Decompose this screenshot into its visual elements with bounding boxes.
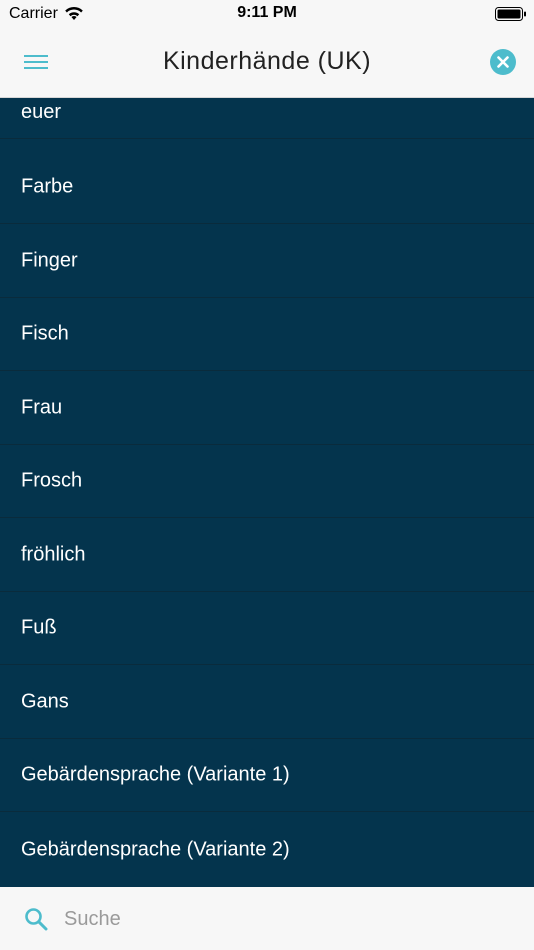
list-item[interactable]: Farbe xyxy=(0,151,534,224)
list-item[interactable]: fröhlich xyxy=(0,519,534,592)
list-item[interactable]: Frau xyxy=(0,372,534,445)
list-item[interactable]: Frosch xyxy=(0,445,534,518)
list-item-label: Finger xyxy=(21,249,78,272)
close-icon[interactable] xyxy=(490,49,516,75)
list-item[interactable]: Gebärdensprache (Variante 1) xyxy=(0,739,534,812)
list-item-label: Fisch xyxy=(21,322,69,345)
list-item[interactable]: Finger xyxy=(0,225,534,298)
list-item[interactable]: euer xyxy=(0,98,534,139)
list-item-label: Gebärdensprache (Variante 2) xyxy=(21,838,290,860)
list-item-label: Frau xyxy=(21,396,63,419)
status-time: 9:11 PM xyxy=(237,4,297,21)
list-item[interactable]: Gebärdensprache (Variante 2) xyxy=(0,813,534,886)
word-list[interactable]: euer Farbe Finger Fisch Frau Frosch fröh… xyxy=(0,98,534,887)
list-item-label: fröhlich xyxy=(21,543,86,566)
status-bar: Carrier 9:11 PM xyxy=(0,0,534,30)
page-title: Kinderhände (UK) xyxy=(162,47,372,75)
list-item-label: Farbe xyxy=(21,175,74,198)
search-input[interactable] xyxy=(64,899,504,939)
nav-bar: Kinderhände (UK) xyxy=(0,30,534,98)
list-item-label: Fuß xyxy=(21,616,57,639)
search-bar xyxy=(0,887,534,950)
battery-icon xyxy=(495,7,526,21)
list-item[interactable]: Fisch xyxy=(0,298,534,371)
list-item[interactable]: Gans xyxy=(0,666,534,739)
list-item-label: euer xyxy=(21,101,62,123)
list-item-label: Gans xyxy=(21,690,69,713)
list-item-label: Frosch xyxy=(21,469,83,492)
list-item[interactable]: Fuß xyxy=(0,592,534,665)
list-item-label: Gebärdensprache (Variante 1) xyxy=(21,763,290,786)
search-icon xyxy=(25,908,48,931)
